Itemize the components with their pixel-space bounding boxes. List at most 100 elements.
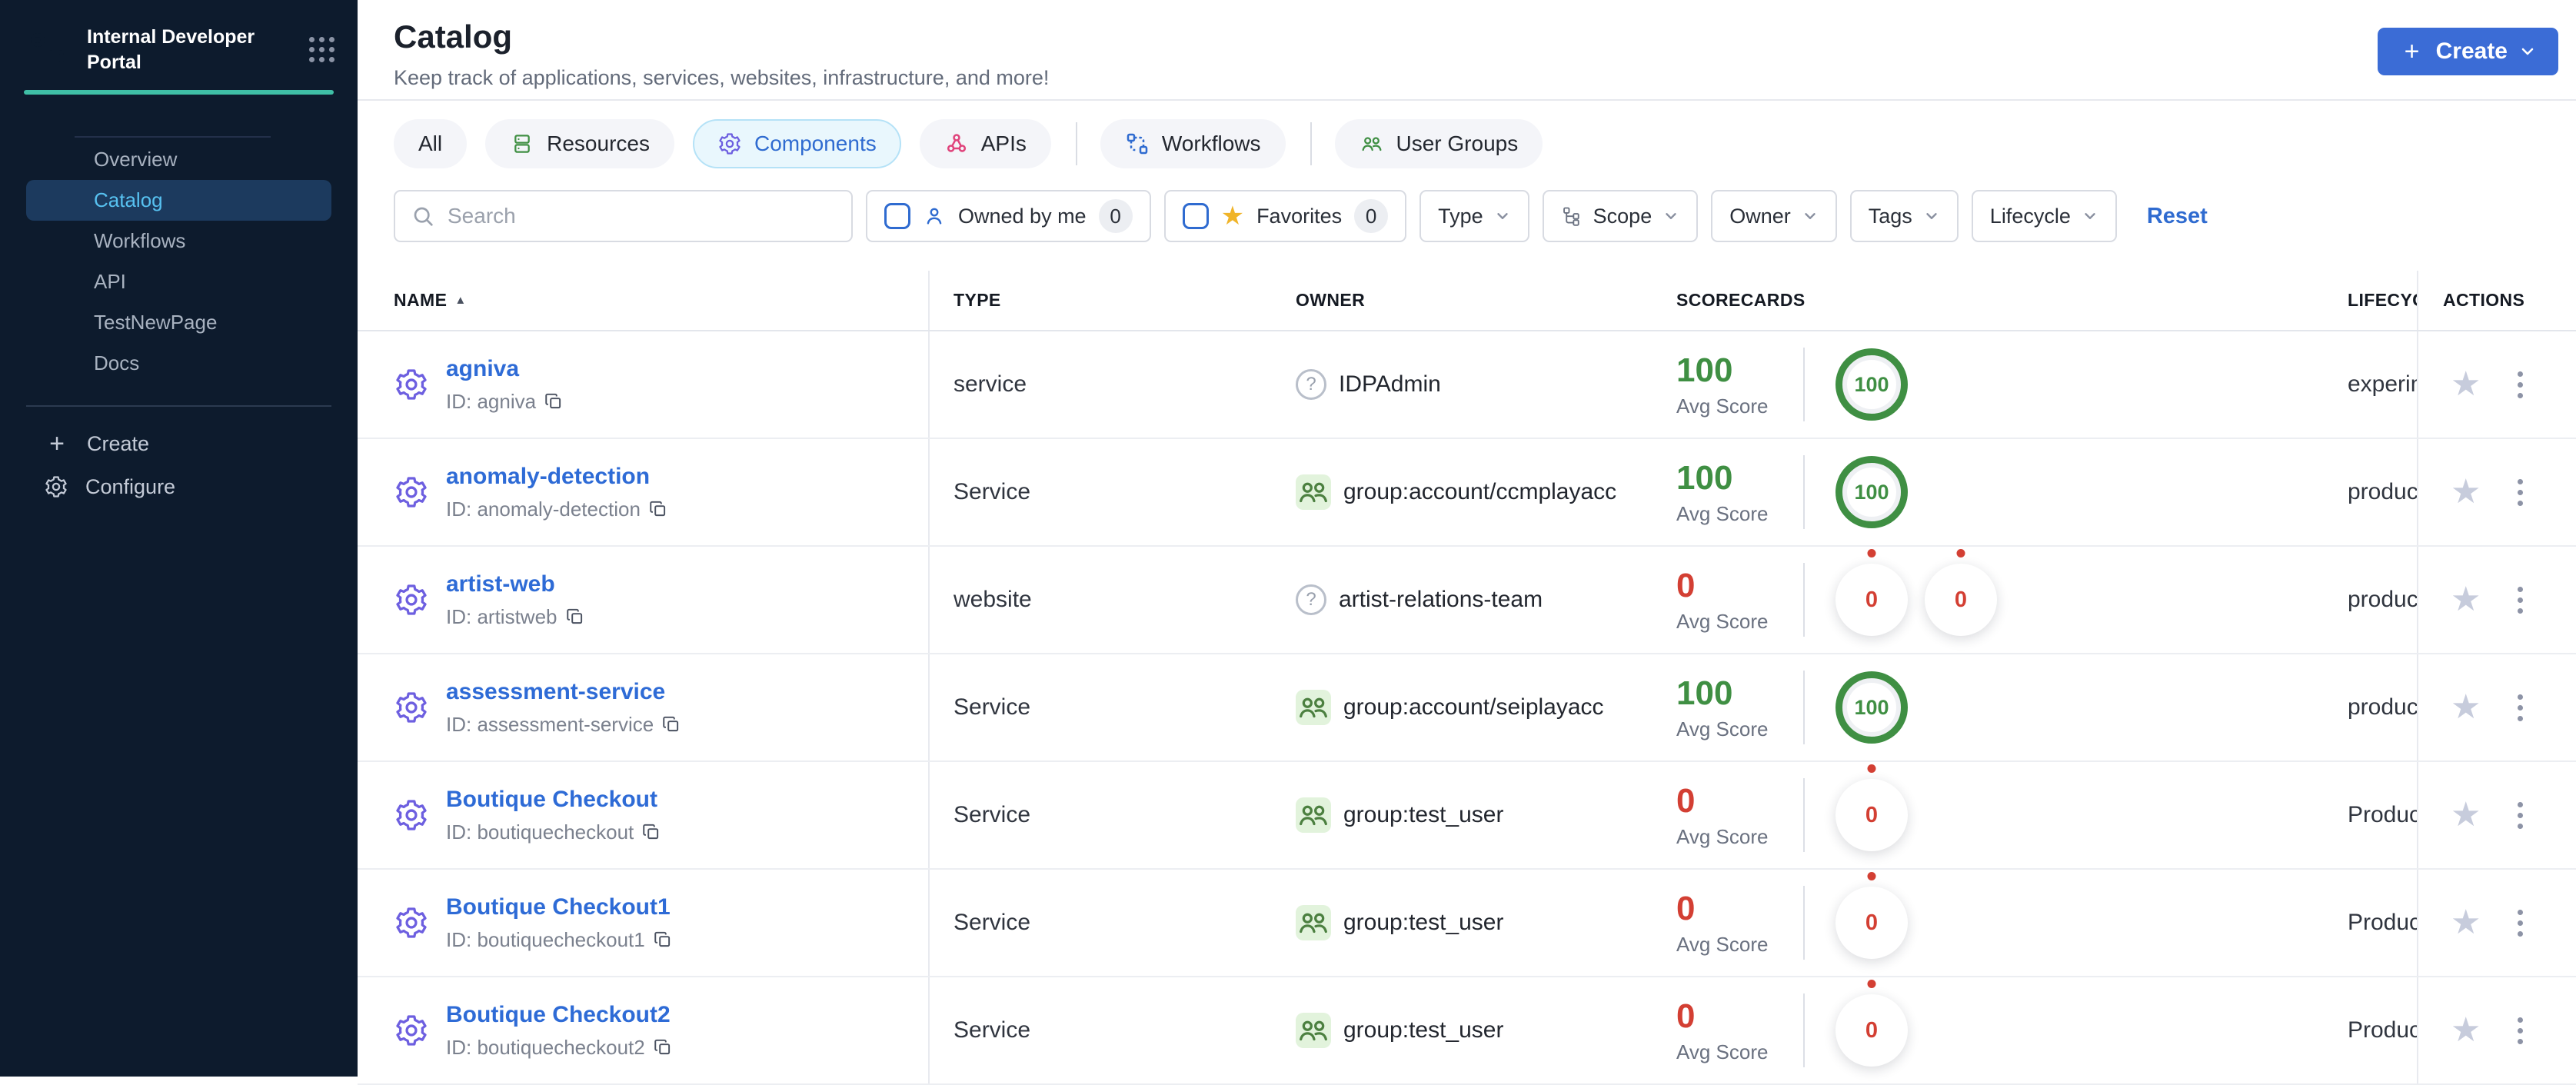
- name-cell: anomaly-detection ID: anomaly-detection: [358, 439, 930, 545]
- avg-score-label: Avg Score: [1676, 1040, 1769, 1063]
- score-divider: [1803, 671, 1805, 744]
- entity-name-link[interactable]: agniva: [446, 356, 519, 381]
- name-cell: Boutique Checkout1 ID: boutiquecheckout1: [358, 870, 930, 976]
- tags-dropdown[interactable]: Tags: [1849, 190, 1959, 242]
- favorites-filter[interactable]: ★ Favorites 0: [1163, 190, 1407, 242]
- scorecard-gauge[interactable]: 100: [1835, 671, 1908, 744]
- unknown-owner-icon: ?: [1296, 369, 1326, 400]
- favorites-checkbox[interactable]: [1182, 203, 1209, 229]
- sidebar-item-docs[interactable]: Docs: [0, 343, 358, 384]
- avg-score-value: 100: [1676, 351, 1733, 389]
- scorecard-gauge[interactable]: 100: [1835, 456, 1908, 528]
- tab-components[interactable]: Components: [692, 119, 901, 168]
- copy-icon[interactable]: [653, 1037, 673, 1057]
- tab-group-divider: [1310, 122, 1312, 165]
- scorecard-gauge[interactable]: 0: [1835, 779, 1908, 851]
- favorite-star-icon[interactable]: ★: [2451, 475, 2481, 509]
- lifecycle-cell: production: [2348, 587, 2417, 612]
- unknown-owner-icon: ?: [1296, 584, 1326, 615]
- name-cell: Boutique Checkout ID: boutiquecheckout: [358, 762, 930, 868]
- entity-name-link[interactable]: Boutique Checkout2: [446, 1002, 671, 1027]
- owned-by-me-filter[interactable]: Owned by me 0: [866, 190, 1151, 242]
- copy-icon[interactable]: [653, 930, 673, 950]
- tab-workflows[interactable]: Workflows: [1100, 119, 1286, 168]
- app-logo-icon: [24, 25, 73, 74]
- scorecards-cell: 0 Avg Score 0 0: [1676, 563, 2348, 637]
- more-actions-icon[interactable]: [2513, 1013, 2528, 1049]
- more-actions-icon[interactable]: [2513, 582, 2528, 618]
- search-input[interactable]: [448, 204, 836, 228]
- sidebar-item-workflows[interactable]: Workflows: [0, 221, 358, 261]
- tab-group-divider: [1075, 122, 1077, 165]
- scorecard-gauge[interactable]: 100: [1835, 348, 1908, 421]
- scorecard-gauge[interactable]: 0: [1835, 887, 1908, 959]
- scorecard-gauge[interactable]: 0: [1835, 994, 1908, 1067]
- entity-name-link[interactable]: artist-web: [446, 571, 555, 597]
- more-actions-icon[interactable]: [2513, 690, 2528, 726]
- favorite-star-icon[interactable]: ★: [2451, 583, 2481, 617]
- create-button-label: Create: [2435, 38, 2508, 64]
- copy-icon[interactable]: [544, 391, 564, 411]
- reset-filters-link[interactable]: Reset: [2147, 204, 2208, 229]
- name-cell: agniva ID: agniva: [358, 331, 930, 438]
- tab-user-groups[interactable]: User Groups: [1334, 119, 1543, 168]
- entity-name-link[interactable]: Boutique Checkout: [446, 787, 657, 812]
- more-actions-icon[interactable]: [2513, 905, 2528, 941]
- create-button[interactable]: + Create: [2377, 28, 2558, 75]
- type-cell: Service: [954, 1017, 1031, 1043]
- owner-name: group:test_user: [1343, 802, 1504, 827]
- copy-icon[interactable]: [661, 714, 681, 734]
- copy-icon[interactable]: [565, 607, 585, 627]
- chevron-down-icon: [2518, 42, 2537, 61]
- avg-score-value: 0: [1676, 781, 1696, 820]
- actions-cell: ★: [2417, 870, 2576, 976]
- column-header-name[interactable]: NAME ▲: [358, 271, 930, 330]
- favorite-star-icon[interactable]: ★: [2451, 691, 2481, 724]
- sort-asc-icon: ▲: [454, 294, 467, 307]
- favorite-star-icon[interactable]: ★: [2451, 368, 2481, 401]
- column-header-lifecycle: LIFECYCLE: [2348, 290, 2417, 310]
- entity-name-link[interactable]: assessment-service: [446, 679, 665, 704]
- column-header-scorecards: SCORECARDS: [1676, 290, 1806, 310]
- owned-by-me-checkbox[interactable]: [884, 203, 910, 229]
- scope-dropdown[interactable]: Scope: [1542, 190, 1699, 242]
- owner-cell: group:test_user: [1296, 1013, 1676, 1048]
- lifecycle-dropdown[interactable]: Lifecycle: [1971, 190, 2117, 242]
- favorite-star-icon[interactable]: ★: [2451, 798, 2481, 832]
- scorecard-gauge[interactable]: 0: [1925, 564, 1997, 636]
- sidebar-configure-button[interactable]: Configure: [0, 465, 358, 508]
- favorite-star-icon[interactable]: ★: [2451, 1013, 2481, 1047]
- search-box: [394, 190, 853, 242]
- more-actions-icon[interactable]: [2513, 367, 2528, 403]
- copy-icon[interactable]: [648, 499, 668, 519]
- table-row: Boutique Checkout1 ID: boutiquecheckout1…: [358, 870, 2576, 977]
- scorecard-gauge[interactable]: 0: [1835, 564, 1908, 636]
- avg-score-value: 0: [1676, 889, 1696, 927]
- resources-icon: [510, 131, 534, 156]
- sidebar-item-overview[interactable]: Overview: [0, 139, 358, 180]
- type-dropdown[interactable]: Type: [1419, 190, 1529, 242]
- sidebar-create-button[interactable]: + Create: [0, 422, 358, 465]
- score-divider: [1803, 993, 1805, 1067]
- sidebar-item-testnewpage[interactable]: TestNewPage: [0, 302, 358, 343]
- type-cell: Service: [954, 479, 1031, 504]
- tab-all[interactable]: All: [394, 119, 468, 168]
- favorite-star-icon[interactable]: ★: [2451, 906, 2481, 940]
- tab-apis[interactable]: APIs: [919, 119, 1051, 168]
- entity-name-link[interactable]: Boutique Checkout1: [446, 894, 671, 920]
- entity-name-link[interactable]: anomaly-detection: [446, 464, 650, 489]
- more-actions-icon[interactable]: [2513, 474, 2528, 511]
- table-row: assessment-service ID: assessment-servic…: [358, 654, 2576, 762]
- sidebar-item-api[interactable]: API: [0, 261, 358, 302]
- copy-icon[interactable]: [641, 822, 661, 842]
- tab-resources[interactable]: Resources: [485, 119, 674, 168]
- more-actions-icon[interactable]: [2513, 797, 2528, 834]
- sidebar-item-catalog[interactable]: Catalog: [26, 180, 331, 221]
- app-launcher-icon[interactable]: [309, 37, 334, 62]
- plus-icon: +: [49, 429, 65, 458]
- owner-dropdown[interactable]: Owner: [1711, 190, 1837, 242]
- user-groups-icon: [1360, 131, 1384, 156]
- catalog-table: NAME▲ TYPE OWNER SCORECARDS LIFECYCLE AC…: [358, 271, 2576, 1085]
- table-row: artist-web ID: artistweb website ? artis…: [358, 547, 2576, 654]
- owner-name: group:test_user: [1343, 1017, 1504, 1043]
